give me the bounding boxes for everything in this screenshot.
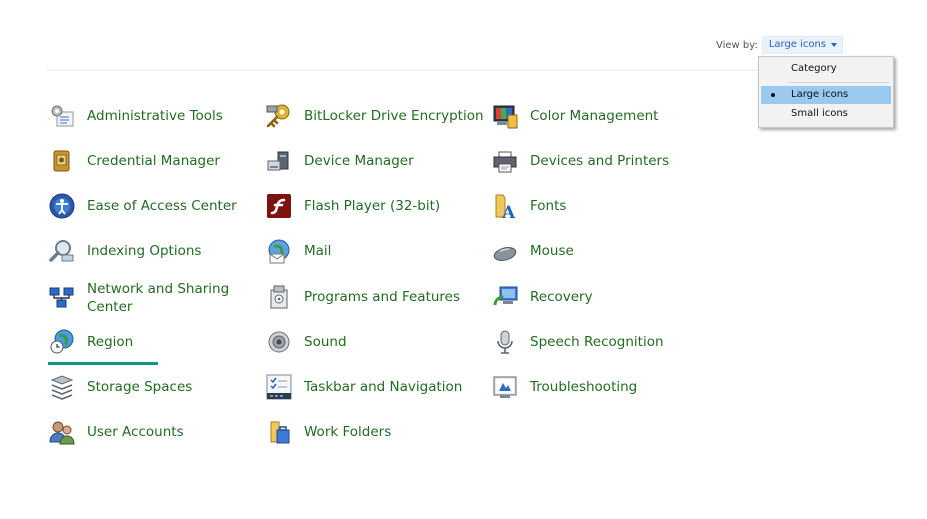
menu-item-category[interactable]: Category (761, 60, 891, 78)
color-management-icon (491, 102, 519, 130)
item-label: Storage Spaces (87, 379, 193, 395)
fonts-icon: A (491, 192, 519, 220)
view-by-selected-value: Large icons (768, 39, 827, 50)
storage-spaces-icon (48, 373, 76, 401)
svg-text:A: A (501, 203, 516, 220)
item-label: Credential Manager (87, 153, 220, 169)
item-label: Troubleshooting (530, 379, 638, 395)
item-label: Administrative Tools (87, 108, 223, 124)
work-folders-icon (265, 418, 293, 446)
item-label: Programs and Features (304, 289, 461, 305)
item-device-manager[interactable]: Device Manager (265, 147, 414, 175)
item-label: Sound (304, 334, 347, 350)
item-flash-player[interactable]: Flash Player (32-bit) (265, 192, 440, 220)
programs-features-icon (265, 283, 293, 311)
item-label: Mail (304, 243, 332, 259)
item-region[interactable]: Region (48, 328, 133, 356)
bitlocker-icon (265, 102, 293, 130)
item-mail[interactable]: Mail (265, 237, 331, 265)
administrative-tools-icon (48, 102, 76, 130)
item-label: Taskbar and Navigation (304, 379, 463, 395)
item-label: Region (87, 334, 134, 350)
item-network-and-sharing-center[interactable]: Network and Sharing Center (48, 280, 237, 316)
network-sharing-icon (48, 284, 76, 312)
view-by-control: View by: Large icons (716, 36, 844, 54)
menu-item-label: Large icons (791, 89, 849, 100)
item-troubleshooting[interactable]: Troubleshooting (491, 373, 637, 401)
menu-item-label: Category (791, 63, 837, 74)
view-by-dropdown-button[interactable]: Large icons (761, 36, 844, 54)
item-mouse[interactable]: Mouse (491, 237, 574, 265)
credential-manager-icon (48, 147, 76, 175)
item-taskbar-and-navigation[interactable]: Taskbar and Navigation (265, 373, 462, 401)
item-user-accounts[interactable]: User Accounts (48, 418, 184, 446)
device-manager-icon (265, 147, 293, 175)
item-storage-spaces[interactable]: Storage Spaces (48, 373, 192, 401)
item-fonts[interactable]: A Fonts (491, 192, 566, 220)
sound-icon (265, 328, 293, 356)
flash-player-icon (265, 192, 293, 220)
menu-item-label: Small icons (791, 108, 848, 119)
mail-icon (265, 237, 293, 265)
devices-and-printers-icon (491, 147, 519, 175)
item-sound[interactable]: Sound (265, 328, 347, 356)
item-label: Ease of Access Center (87, 198, 237, 214)
chevron-down-icon (831, 42, 838, 47)
item-programs-and-features[interactable]: Programs and Features (265, 283, 460, 311)
item-label: BitLocker Drive Encryption (304, 108, 484, 124)
view-by-menu: Category Large icons Small icons (758, 56, 894, 128)
selected-bullet-icon (771, 93, 775, 97)
item-bitlocker-drive-encryption[interactable]: BitLocker Drive Encryption (265, 102, 484, 130)
item-indexing-options[interactable]: Indexing Options (48, 237, 201, 265)
item-devices-and-printers[interactable]: Devices and Printers (491, 147, 669, 175)
item-work-folders[interactable]: Work Folders (265, 418, 391, 446)
item-label: Mouse (530, 243, 574, 259)
menu-separator (789, 82, 889, 83)
region-icon (48, 328, 76, 356)
item-color-management[interactable]: Color Management (491, 102, 658, 130)
hover-underline (48, 362, 158, 365)
menu-item-small-icons[interactable]: Small icons (761, 105, 891, 123)
user-accounts-icon (48, 418, 76, 446)
troubleshooting-icon (491, 373, 519, 401)
item-label: Recovery (530, 289, 593, 305)
item-label: Speech Recognition (530, 334, 664, 350)
indexing-options-icon (48, 237, 76, 265)
taskbar-navigation-icon (265, 373, 293, 401)
item-label: Devices and Printers (530, 153, 670, 169)
speech-recognition-icon (491, 328, 519, 356)
ease-of-access-icon (48, 192, 76, 220)
item-label: Work Folders (304, 424, 392, 440)
item-ease-of-access-center[interactable]: Ease of Access Center (48, 192, 237, 220)
item-label: Device Manager (304, 153, 414, 169)
item-label: Flash Player (32-bit) (304, 198, 441, 214)
item-administrative-tools[interactable]: Administrative Tools (48, 102, 223, 130)
mouse-icon (491, 237, 519, 265)
menu-item-large-icons[interactable]: Large icons (761, 86, 891, 104)
item-credential-manager[interactable]: Credential Manager (48, 147, 220, 175)
recovery-icon (491, 283, 519, 311)
item-label: Color Management (530, 108, 659, 124)
item-label: Fonts (530, 198, 567, 214)
item-recovery[interactable]: Recovery (491, 283, 593, 311)
item-speech-recognition[interactable]: Speech Recognition (491, 328, 664, 356)
item-label: User Accounts (87, 424, 184, 440)
item-label: Indexing Options (87, 243, 202, 259)
view-by-label: View by: (716, 39, 758, 51)
item-label: Network and Sharing Center (87, 281, 230, 315)
